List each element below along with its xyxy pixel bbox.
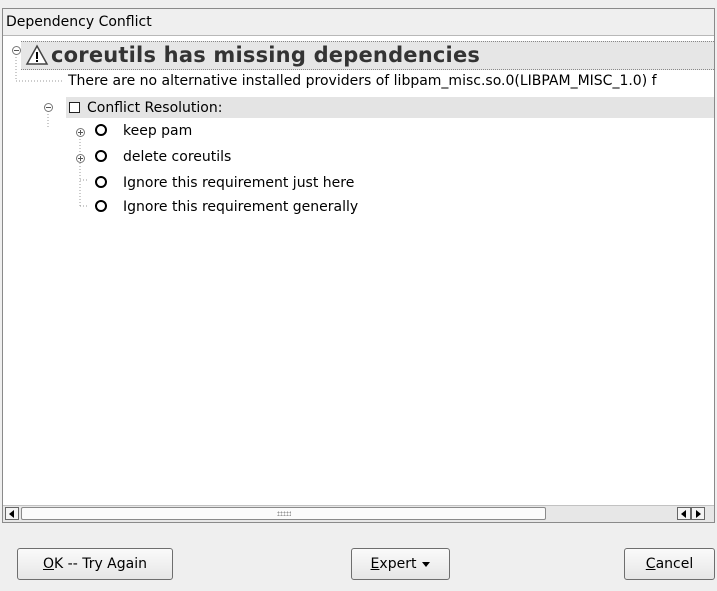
- expert-label: xpert: [379, 556, 417, 572]
- conflict-resolution-label: Conflict Resolution:: [87, 100, 223, 116]
- panel-title: Dependency Conflict: [3, 9, 714, 36]
- option-delete-coreutils[interactable]: delete coreutils: [123, 148, 231, 166]
- horizontal-scrollbar[interactable]: [3, 505, 714, 522]
- collapse-icon[interactable]: [12, 46, 21, 55]
- option-radio[interactable]: [95, 176, 107, 188]
- expert-button[interactable]: Expert: [351, 548, 450, 580]
- ok-try-again-button[interactable]: OK -- Try Again: [17, 548, 173, 580]
- scrollbar-thumb[interactable]: [21, 507, 546, 520]
- conflict-title-row[interactable]: coreutils has missing dependencies: [21, 41, 714, 70]
- cancel-button[interactable]: Cancel: [624, 548, 715, 580]
- collapse-icon[interactable]: [44, 103, 53, 112]
- option-radio[interactable]: [95, 124, 107, 136]
- scroll-right-arrow-icon[interactable]: [691, 507, 705, 520]
- conflict-tree[interactable]: coreutils has missing dependencies There…: [3, 36, 714, 502]
- option-radio[interactable]: [95, 150, 107, 162]
- scroll-left-arrow-icon[interactable]: [5, 507, 19, 520]
- resolution-checkbox[interactable]: [69, 102, 80, 113]
- grip-icon: [277, 511, 291, 516]
- cancel-mnemonic: C: [645, 556, 656, 572]
- conflict-title: coreutils has missing dependencies: [51, 43, 481, 67]
- scroll-left-arrow-icon[interactable]: [677, 507, 691, 520]
- chevron-down-icon: [422, 561, 431, 567]
- cancel-label: ancel: [655, 556, 694, 572]
- expand-icon[interactable]: [76, 128, 85, 137]
- option-ignore-generally[interactable]: Ignore this requirement generally: [123, 198, 358, 216]
- option-keep-pam[interactable]: keep pam: [123, 122, 192, 140]
- expand-icon[interactable]: [76, 154, 85, 163]
- ok-mnemonic: O: [42, 556, 55, 572]
- option-ignore-here[interactable]: Ignore this requirement just here: [123, 174, 354, 192]
- ok-label: K -- Try Again: [54, 556, 147, 572]
- warning-triangle-icon: [25, 44, 49, 65]
- option-radio[interactable]: [95, 200, 107, 212]
- conflict-panel: Dependency Conflict coreutils has missin…: [2, 8, 715, 523]
- conflict-message: There are no alternative installed provi…: [68, 73, 657, 89]
